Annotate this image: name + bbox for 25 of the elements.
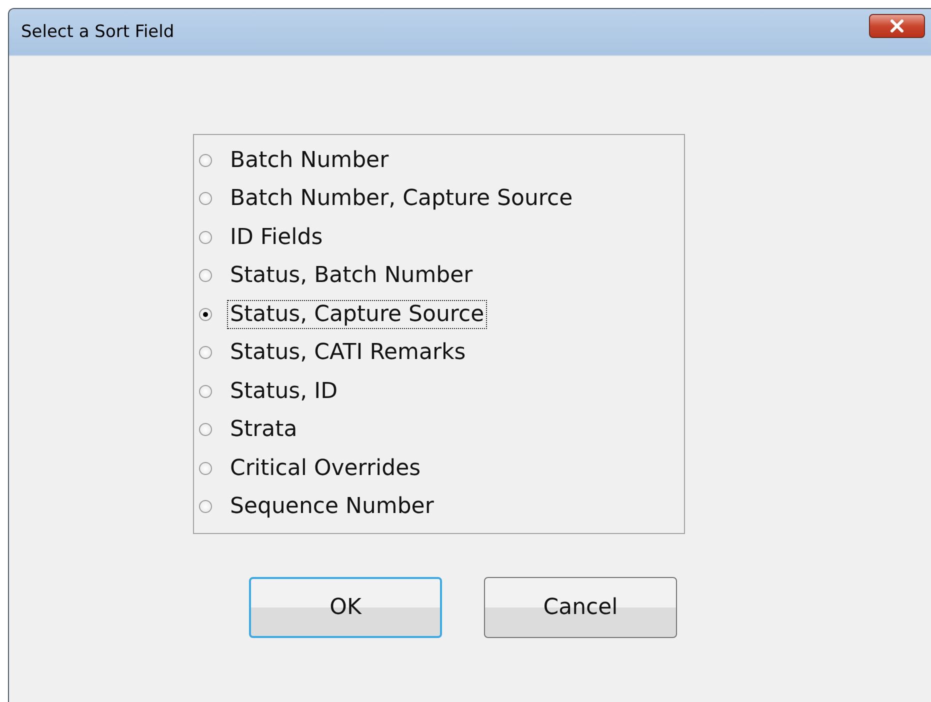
radio-button[interactable] [199, 500, 212, 514]
option-label[interactable]: Status, Batch Number [227, 261, 476, 290]
option-label[interactable]: Status, CATI Remarks [227, 338, 469, 368]
window-title: Select a Sort Field [21, 22, 174, 42]
option-label[interactable]: Critical Overrides [227, 454, 424, 483]
option-label[interactable]: Status, ID [227, 376, 341, 406]
radio-button[interactable] [199, 462, 212, 475]
option-label[interactable]: Status, Capture Source [227, 300, 488, 329]
close-button[interactable] [869, 14, 925, 38]
option-label[interactable]: Strata [227, 415, 300, 444]
option-label[interactable]: Sequence Number [227, 492, 437, 522]
radio-button[interactable] [199, 423, 212, 436]
radio-button[interactable] [199, 308, 212, 321]
close-icon [889, 19, 905, 33]
radio-button[interactable] [199, 154, 212, 167]
radio-button[interactable] [199, 346, 212, 360]
option-label[interactable]: Batch Number, Capture Source [227, 184, 576, 214]
radio-button[interactable] [199, 269, 212, 282]
dialog-button[interactable]: Cancel [484, 577, 677, 638]
radio-button[interactable] [199, 192, 212, 206]
option-label[interactable]: ID Fields [227, 222, 326, 252]
radio-button[interactable] [199, 230, 212, 244]
dialog-button[interactable]: OK [249, 577, 442, 638]
option-label[interactable]: Batch Number [227, 146, 392, 175]
radio-button[interactable] [199, 384, 212, 398]
